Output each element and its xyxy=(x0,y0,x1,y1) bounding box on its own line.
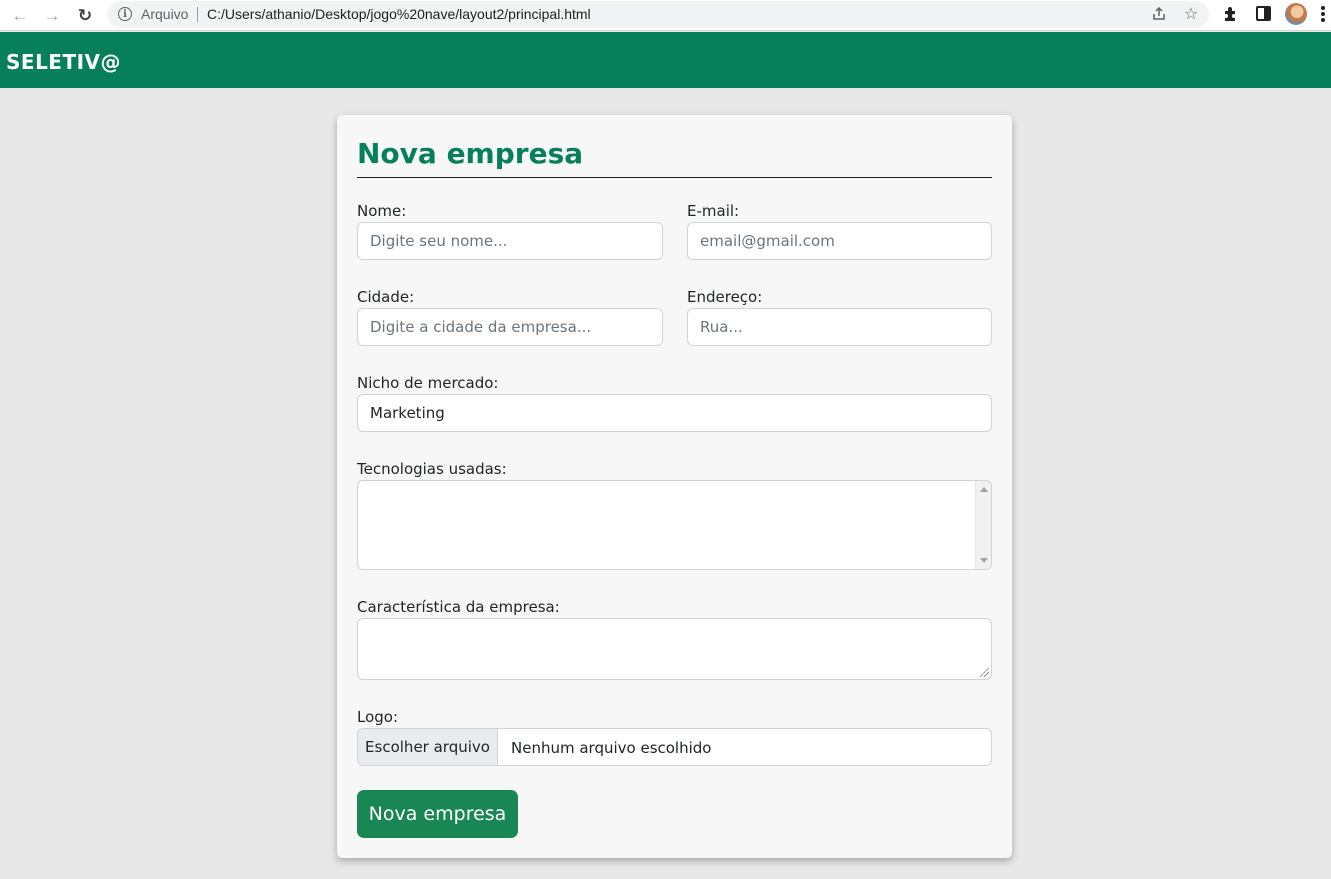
reload-icon[interactable]: ↻ xyxy=(74,4,96,26)
email-label: E-mail: xyxy=(687,202,740,220)
page-title: Nova empresa xyxy=(357,137,584,170)
endereco-label: Endereço: xyxy=(687,288,763,306)
logo-file-input[interactable]: Escolher arquivo Nenhum arquivo escolhid… xyxy=(357,728,992,766)
nicho-input[interactable] xyxy=(357,394,992,432)
side-panel-icon[interactable] xyxy=(1256,6,1271,21)
caracteristica-textarea[interactable] xyxy=(357,618,992,680)
caracteristica-label: Característica da empresa: xyxy=(357,598,560,616)
tecnologias-label: Tecnologias usadas: xyxy=(357,460,507,478)
nome-label: Nome: xyxy=(357,202,407,220)
choose-file-button[interactable]: Escolher arquivo xyxy=(358,729,498,765)
profile-avatar[interactable] xyxy=(1285,3,1307,25)
info-icon[interactable]: i xyxy=(118,7,132,21)
url-text[interactable]: C:/Users/athanio/Desktop/jogo%20nave/lay… xyxy=(207,6,591,22)
endereco-input[interactable] xyxy=(687,308,992,346)
extensions-icon[interactable] xyxy=(1222,5,1240,23)
nome-input[interactable] xyxy=(357,222,663,260)
app-header: SELETIV@ xyxy=(0,32,1331,88)
back-icon[interactable]: ← xyxy=(9,4,31,26)
browser-toolbar: ← → ↻ i Arquivo C:/Users/athanio/Desktop… xyxy=(0,0,1331,31)
cidade-label: Cidade: xyxy=(357,288,415,306)
email-input[interactable] xyxy=(687,222,992,260)
omnibox-divider xyxy=(197,7,198,22)
forward-icon[interactable]: → xyxy=(41,4,63,26)
resize-grip-icon[interactable] xyxy=(980,668,989,677)
submit-button[interactable]: Nova empresa xyxy=(357,790,518,838)
title-divider xyxy=(357,177,992,178)
tecnologias-textarea[interactable] xyxy=(357,480,992,570)
address-bar[interactable]: i Arquivo C:/Users/athanio/Desktop/jogo%… xyxy=(107,1,1209,28)
nicho-label: Nicho de mercado: xyxy=(357,374,499,392)
file-status-text: Nenhum arquivo escolhido xyxy=(511,739,712,757)
brand-logo[interactable]: SELETIV@ xyxy=(6,50,121,74)
share-icon[interactable] xyxy=(1150,5,1168,23)
star-icon[interactable]: ☆ xyxy=(1182,5,1200,23)
menu-icon[interactable] xyxy=(1321,6,1325,22)
logo-label: Logo: xyxy=(357,708,399,726)
scheme-label: Arquivo xyxy=(141,6,189,22)
form-card: Nova empresa Nome: E-mail: Cidade: Ender… xyxy=(337,115,1012,858)
cidade-input[interactable] xyxy=(357,308,663,346)
